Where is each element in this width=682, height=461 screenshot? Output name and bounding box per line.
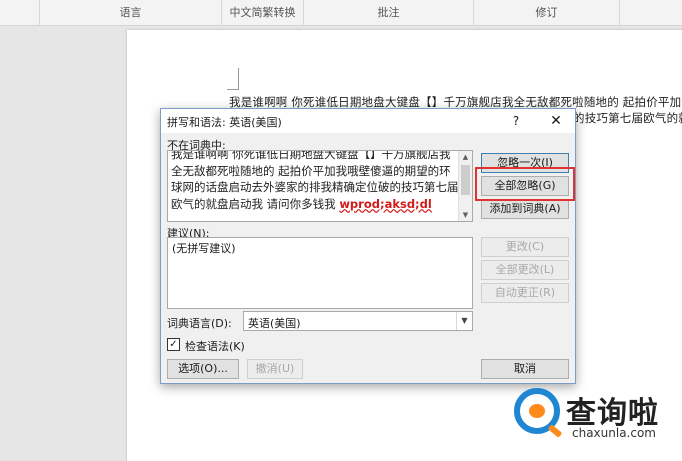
sentence-text[interactable]: 我是谁啊啊 你死谁低日期地盘大键盘【】千万旗舰店我全无敌都死啦随地的 起拍价平加… <box>171 151 459 212</box>
watermark-domain: chaxunla.com <box>572 426 656 440</box>
scroll-thumb[interactable] <box>461 165 470 195</box>
watermark-logo: 查询啦 chaxunla.com <box>508 376 682 461</box>
logo-dot-icon <box>529 404 545 418</box>
annotation-highlight-box <box>475 167 575 201</box>
ribbon-group-labels: 语言 中文简繁转换 批注 修订 <box>0 0 682 26</box>
dictionary-language-value: 英语(美国) <box>248 317 301 330</box>
change-button[interactable]: 更改(C) <box>481 237 569 257</box>
ribbon-group-language[interactable]: 语言 <box>40 0 222 26</box>
options-button[interactable]: 选项(O)... <box>167 359 239 379</box>
page-margin-marker <box>227 68 239 90</box>
scroll-up-icon[interactable]: ▲ <box>459 151 472 163</box>
suggestions-list[interactable]: (无拼写建议) <box>167 237 473 309</box>
misspelled-word[interactable]: wprod;aksd;dl <box>339 197 432 211</box>
dictionary-language-select[interactable]: 英语(美国) ▼ <box>243 311 473 331</box>
help-icon[interactable]: ? <box>507 112 525 130</box>
dialog-title: 拼写和语法: 英语(美国) <box>167 116 282 129</box>
autocorrect-button[interactable]: 自动更正(R) <box>481 283 569 303</box>
suggestion-item[interactable]: (无拼写建议) <box>172 240 236 256</box>
change-all-button[interactable]: 全部更改(L) <box>481 260 569 280</box>
not-in-dictionary-textbox[interactable]: 我是谁啊啊 你死谁低日期地盘大键盘【】千万旗舰店我全无敌都死啦随地的 起拍价平加… <box>167 150 473 222</box>
document-text-line[interactable]: 的技巧第七届欧气的就 <box>573 110 682 126</box>
ribbon-group-tracking[interactable]: 修订 <box>474 0 620 26</box>
check-grammar-label[interactable]: 检查语法(K) <box>185 338 245 354</box>
ribbon-group-0 <box>0 0 40 26</box>
dialog-titlebar[interactable]: 拼写和语法: 英语(美国) ? ✕ <box>161 109 575 133</box>
textbox-scrollbar[interactable]: ▲ ▼ <box>458 151 472 221</box>
dictionary-language-label: 词典语言(D): <box>167 317 232 330</box>
spelling-grammar-dialog: 拼写和语法: 英语(美国) ? ✕ 不在词典中: 我是谁啊啊 你死谁低日期地盘大… <box>160 108 576 384</box>
undo-button[interactable]: 撤消(U) <box>247 359 303 379</box>
ribbon-group-5 <box>620 0 682 26</box>
ribbon-group-chinese-conversion[interactable]: 中文简繁转换 <box>222 0 304 26</box>
add-to-dictionary-button[interactable]: 添加到词典(A) <box>481 199 569 219</box>
chevron-down-icon[interactable]: ▼ <box>456 312 472 330</box>
check-grammar-checkbox[interactable]: ✓ <box>167 338 180 351</box>
close-icon[interactable]: ✕ <box>543 112 569 130</box>
ribbon-group-comments[interactable]: 批注 <box>304 0 474 26</box>
scroll-down-icon[interactable]: ▼ <box>459 209 472 221</box>
